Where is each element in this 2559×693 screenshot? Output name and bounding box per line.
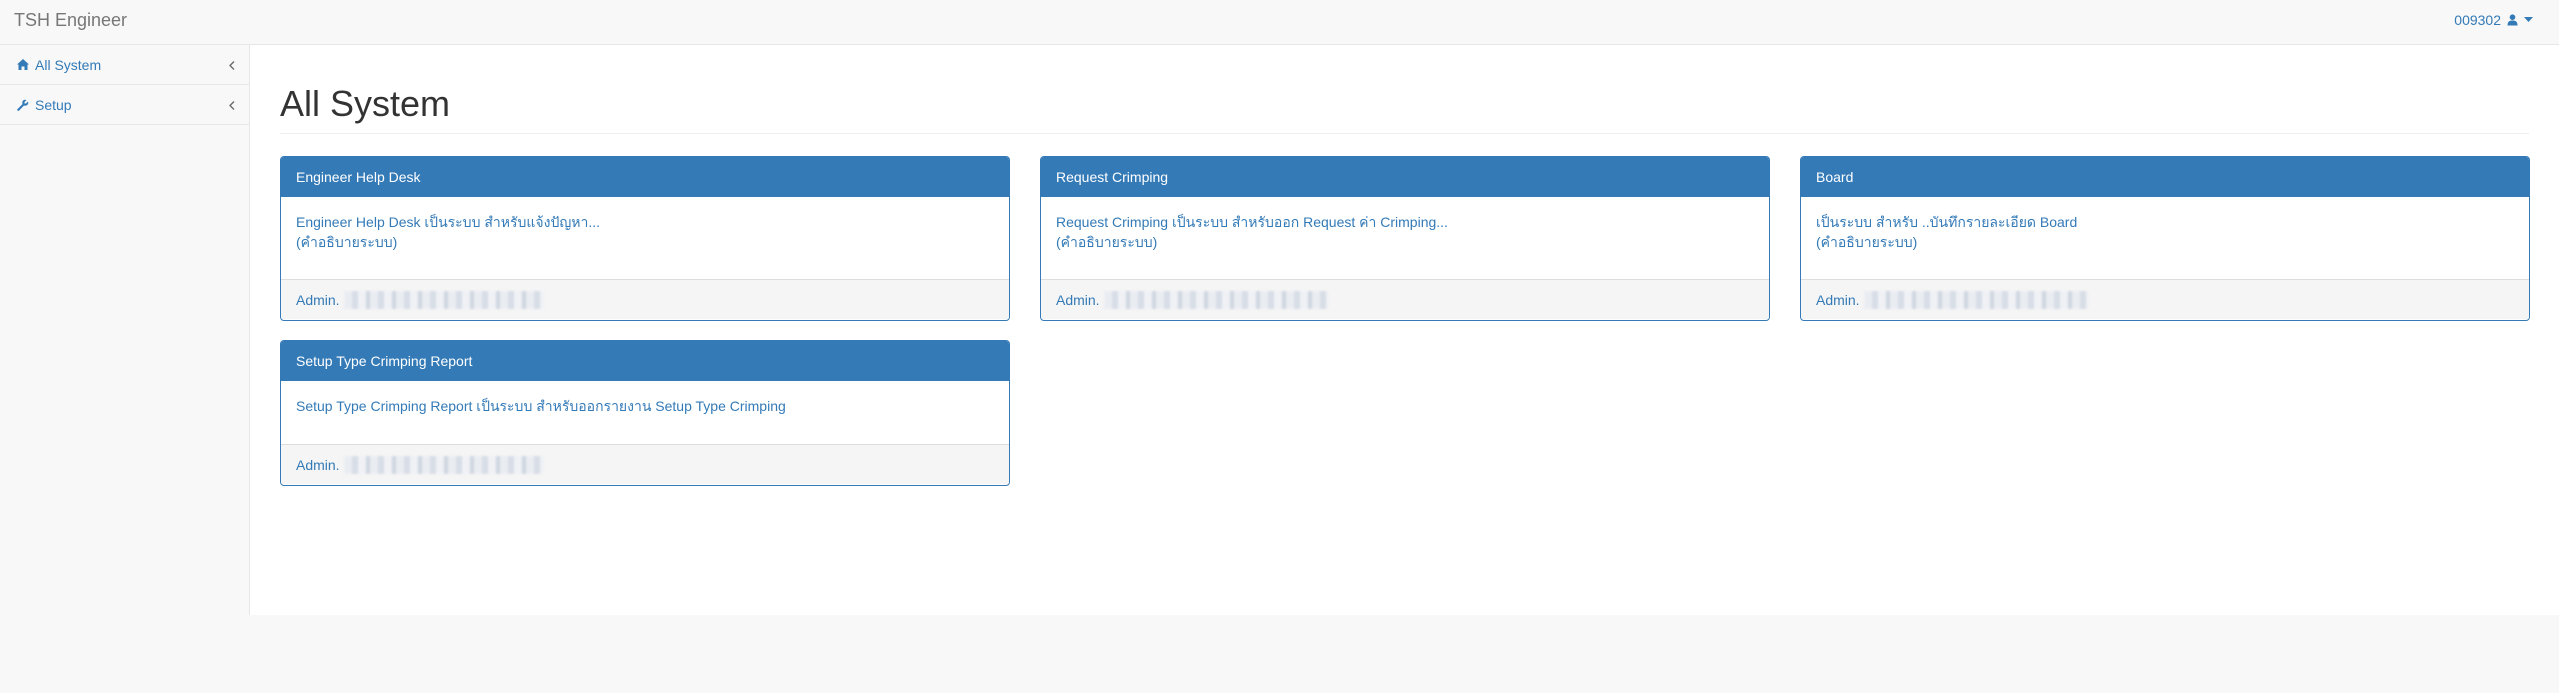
admin-label: Admin. [1816,291,1860,308]
admin-label: Admin. [296,291,340,308]
user-menu[interactable]: 009302 [2454,12,2533,28]
panel-body: Request Crimping เป็นระบบ สำหรับออก Requ… [1041,197,1769,279]
title-divider [280,133,2529,134]
panel-body: Setup Type Crimping Report เป็นระบบ สำหร… [281,381,1009,444]
system-panel-engineer-help-desk[interactable]: Engineer Help Desk Engineer Help Desk เป… [280,156,1010,321]
brand-link[interactable]: TSH Engineer [14,10,127,31]
sidebar-item-label: All System [35,56,102,73]
chevron-left-icon [229,57,235,73]
top-navbar: TSH Engineer 009302 [0,0,2559,45]
panel-footer: Admin. [281,444,1009,484]
system-panel-setup-type-crimping-report[interactable]: Setup Type Crimping Report Setup Type Cr… [280,340,1010,486]
main-content: All System Engineer Help Desk Engineer H… [250,45,2559,615]
chevron-left-icon [229,97,235,113]
panel-description-note: (คำอธิบายระบบ) [1816,234,1918,250]
panel-footer: Admin. [1041,279,1769,319]
home-icon [17,58,31,72]
panel-footer: Admin. [1801,279,2529,319]
panel-description-note: (คำอธิบายระบบ) [1056,234,1158,250]
system-panel-request-crimping[interactable]: Request Crimping Request Crimping เป็นระ… [1040,156,1770,321]
panel-description: เป็นระบบ สำหรับ ..บันทึกรายละเอียด Board [1816,214,2078,230]
sidebar-item-all-system[interactable]: All System [0,45,249,85]
panel-body: Engineer Help Desk เป็นระบบ สำหรับแจ้งปั… [281,197,1009,279]
panel-heading[interactable]: Board [1801,157,2529,197]
panel-description-note: (คำอธิบายระบบ) [296,234,398,250]
admin-label: Admin. [1056,291,1100,308]
redacted-admin-name [343,290,544,309]
caret-down-icon [2524,17,2533,23]
user-icon [2507,14,2518,26]
page-title: All System [280,83,451,124]
panel-footer: Admin. [281,279,1009,319]
sidebar: All System Setup [0,45,250,615]
redacted-admin-name [1863,290,2089,309]
panel-description: Setup Type Crimping Report เป็นระบบ สำหร… [296,398,786,414]
system-panel-board[interactable]: Board เป็นระบบ สำหรับ ..บันทึกรายละเอียด… [1800,156,2530,321]
redacted-admin-name [343,455,544,474]
sidebar-item-setup[interactable]: Setup [0,85,249,125]
panel-description: Request Crimping เป็นระบบ สำหรับออก Requ… [1056,214,1448,230]
sidebar-item-label: Setup [35,96,72,113]
panel-heading[interactable]: Setup Type Crimping Report [281,341,1009,381]
panel-heading[interactable]: Engineer Help Desk [281,157,1009,197]
panel-body: เป็นระบบ สำหรับ ..บันทึกรายละเอียด Board… [1801,197,2529,279]
admin-label: Admin. [296,456,340,473]
wrench-icon [17,98,31,112]
user-id: 009302 [2454,12,2501,28]
panel-heading[interactable]: Request Crimping [1041,157,1769,197]
panel-description: Engineer Help Desk เป็นระบบ สำหรับแจ้งปั… [296,214,601,230]
redacted-admin-name [1103,290,1329,309]
